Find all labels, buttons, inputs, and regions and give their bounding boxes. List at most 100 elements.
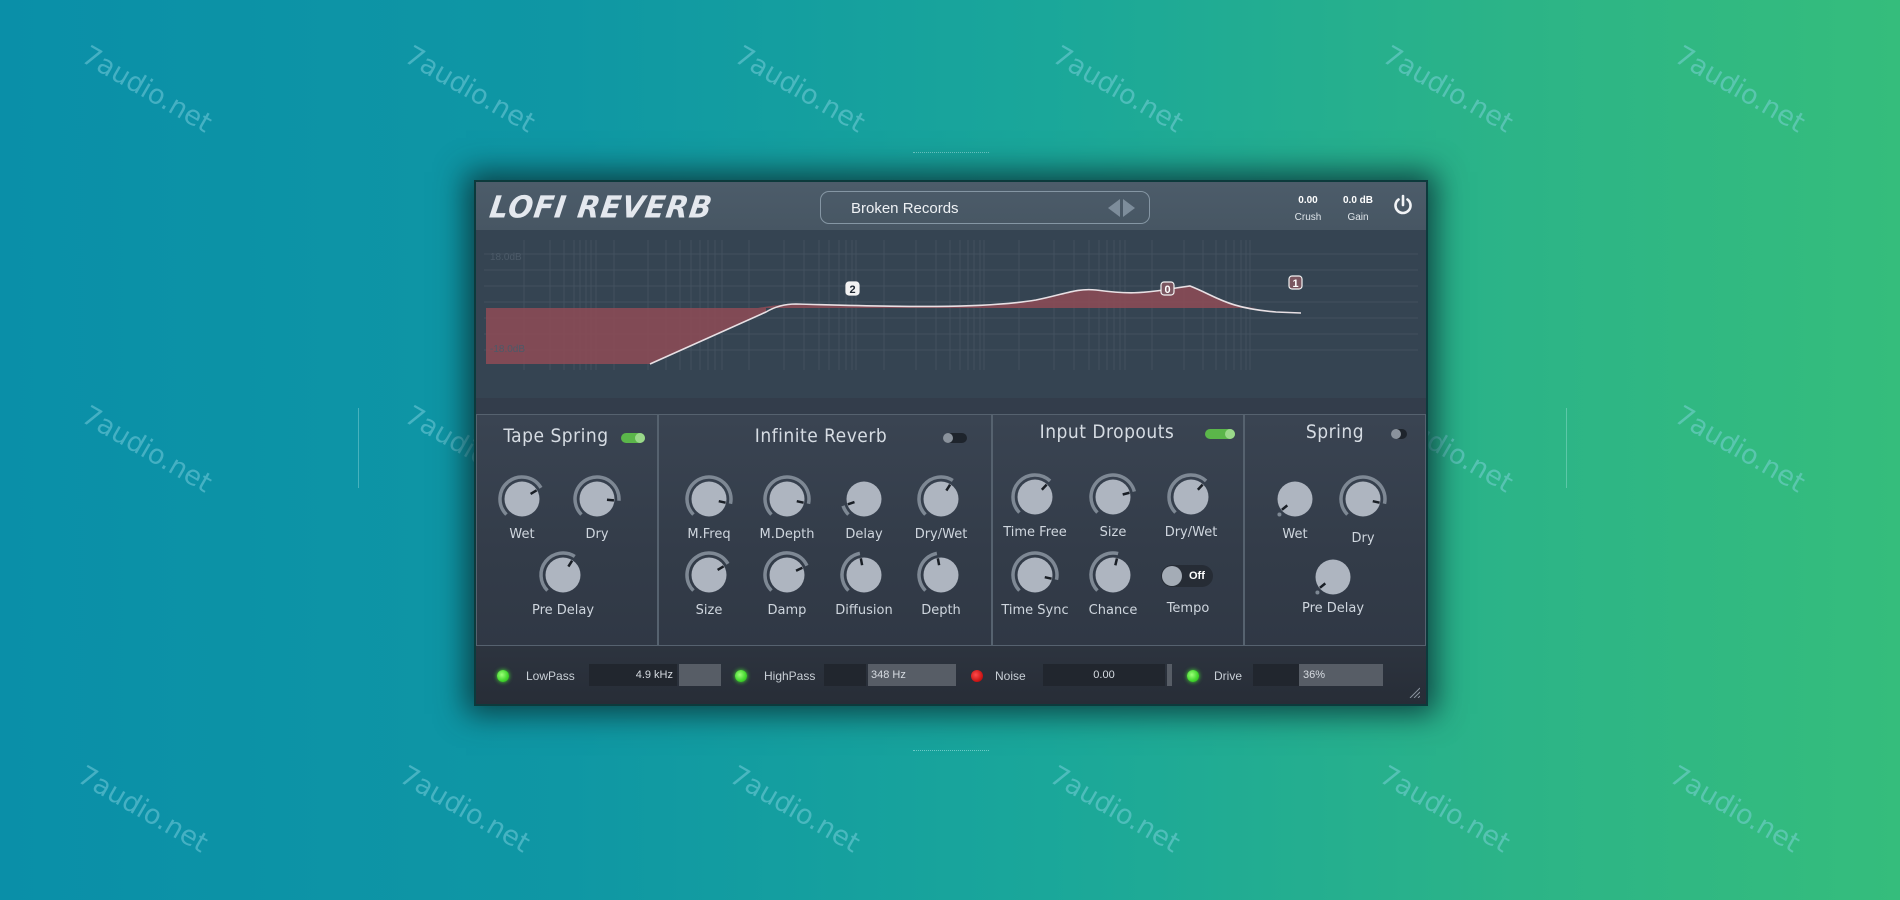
watermark-text: 7audio.net — [76, 400, 218, 500]
size-knob[interactable] — [1088, 472, 1138, 522]
eq-filter-region — [486, 308, 766, 364]
knob-indicator — [1114, 558, 1119, 566]
tape-spring-enable-toggle[interactable] — [621, 433, 645, 443]
preset-name: Broken Records — [851, 200, 959, 217]
time-sync-knob[interactable] — [1010, 550, 1060, 600]
dry-knob[interactable] — [572, 474, 622, 524]
eq-display[interactable]: 2 0 1 18.0dB -18.0dB — [476, 230, 1426, 398]
watermark-text: 7audio.net — [729, 40, 871, 140]
chance-knob[interactable] — [1088, 550, 1138, 600]
wet-knob[interactable] — [1270, 474, 1320, 524]
decorative-line — [913, 750, 989, 752]
infinite-reverb-enable-toggle[interactable] — [943, 433, 967, 443]
dry-knob[interactable] — [1338, 474, 1388, 524]
lowpass-label: LowPass — [526, 669, 575, 683]
knob-label: Chance — [1088, 603, 1138, 618]
eq-node-label: 2 — [849, 284, 855, 296]
knob-indicator — [606, 498, 615, 502]
knob-indicator — [718, 499, 726, 504]
lowpass-value: 4.9 kHz — [635, 669, 673, 681]
db-bottom-label: -18.0dB — [490, 344, 526, 355]
noise-slider-remainder[interactable] — [1167, 664, 1172, 686]
knob-label: Dry — [1351, 531, 1375, 546]
module-spring: Spring Wet Dry Pre Delay — [1244, 414, 1426, 646]
time-free-knob[interactable] — [1010, 472, 1060, 522]
highpass-enable-led[interactable] — [735, 670, 747, 682]
watermark-text: 7audio.net — [72, 760, 214, 860]
crush-label: Crush — [1294, 212, 1322, 223]
m-freq-knob[interactable] — [684, 474, 734, 524]
next-preset-icon[interactable] — [1123, 199, 1135, 217]
modules-area: Tape Spring Wet Dry Pre Delay Infinite Rev… — [476, 414, 1426, 646]
resize-grip-icon[interactable] — [1408, 686, 1420, 698]
spring-enable-toggle[interactable] — [1391, 429, 1407, 439]
module-title: Input Dropouts — [1039, 421, 1175, 443]
watermark-text: 7audio.net — [76, 40, 218, 140]
knob-label: Time Sync — [1001, 603, 1069, 618]
diffusion-knob[interactable] — [839, 550, 889, 600]
eq-node-2[interactable]: 2 — [845, 281, 860, 296]
knob-label: Size — [695, 603, 723, 618]
watermark-text: 7audio.net — [1374, 760, 1516, 860]
dry-wet-knob[interactable] — [916, 474, 966, 524]
gain-label: Gain — [1347, 212, 1369, 223]
drive-label: Drive — [1214, 669, 1243, 683]
noise-label: Noise — [995, 669, 1026, 683]
crush-value[interactable]: 0.00 — [1288, 195, 1328, 206]
watermark-text: 7audio.net — [1044, 760, 1186, 860]
tempo-toggle[interactable]: Off — [1161, 565, 1213, 587]
module-infinite-reverb: Infinite Reverb M.Freq M.Depth Delay Dry/We… — [658, 414, 992, 646]
knob-label: Dry/Wet — [1164, 525, 1218, 540]
watermark-text: 7audio.net — [1669, 40, 1811, 140]
lowpass-slider-remainder[interactable] — [679, 664, 721, 686]
eq-graph: 2 0 1 — [484, 240, 1418, 370]
module-title: Infinite Reverb — [754, 425, 888, 447]
drive-slider[interactable] — [1253, 664, 1299, 686]
size-knob[interactable] — [684, 550, 734, 600]
filter-bar: LowPass 4.9 kHz HighPass 348 Hz Noise 0.… — [476, 646, 1426, 704]
eq-node-0[interactable]: 0 — [1160, 281, 1175, 296]
watermark-text: 7audio.net — [1664, 760, 1806, 860]
knob-label: Dry/Wet — [914, 527, 968, 542]
preset-selector[interactable]: Broken Records — [820, 191, 1150, 224]
m-depth-knob[interactable] — [762, 474, 812, 524]
damp-knob[interactable] — [762, 550, 812, 600]
depth-knob[interactable] — [916, 550, 966, 600]
power-icon[interactable] — [1392, 194, 1414, 216]
plugin-header: LOFI REVERB Broken Records 0.00 Crush 0.… — [476, 182, 1426, 231]
noise-value: 0.00 — [1093, 669, 1115, 681]
knob-indicator — [936, 558, 941, 566]
previous-preset-icon[interactable] — [1108, 199, 1120, 217]
watermark-text: 7audio.net — [724, 760, 866, 860]
highpass-slider[interactable] — [824, 664, 866, 686]
watermark-text: 7audio.net — [1377, 40, 1519, 140]
eq-node-label: 0 — [1164, 284, 1170, 296]
knob-label: Depth — [921, 603, 961, 618]
noise-enable-led[interactable] — [971, 670, 983, 682]
input-dropouts-enable-toggle[interactable] — [1205, 429, 1235, 439]
knob-indicator — [1372, 499, 1380, 504]
knob-indicator — [796, 499, 804, 504]
knob-label: Time Free — [1003, 525, 1067, 540]
decorative-line — [1566, 408, 1567, 488]
knob-indicator — [859, 558, 864, 566]
lowpass-enable-led[interactable] — [497, 670, 509, 682]
watermark-text: 7audio.net — [1047, 40, 1189, 140]
tempo-state: Off — [1189, 570, 1205, 582]
delay-knob[interactable] — [839, 474, 889, 524]
knob-label: Size — [1099, 525, 1127, 540]
knob-indicator — [1122, 491, 1130, 496]
knob-label: Pre Delay — [531, 603, 595, 618]
drive-enable-led[interactable] — [1187, 670, 1199, 682]
eq-node-1[interactable]: 1 — [1288, 275, 1303, 290]
plugin-logo: LOFI REVERB — [487, 189, 716, 225]
decorative-line — [913, 152, 989, 154]
pre-delay-knob[interactable] — [1308, 552, 1358, 602]
knob-value-arc — [841, 505, 850, 516]
wet-knob[interactable] — [497, 474, 547, 524]
dry-wet-knob[interactable] — [1166, 472, 1216, 522]
gain-value[interactable]: 0.0 dB — [1338, 195, 1378, 206]
knob-indicator — [1044, 575, 1052, 580]
pre-delay-knob[interactable] — [538, 550, 588, 600]
eq-node-label: 1 — [1292, 278, 1298, 290]
